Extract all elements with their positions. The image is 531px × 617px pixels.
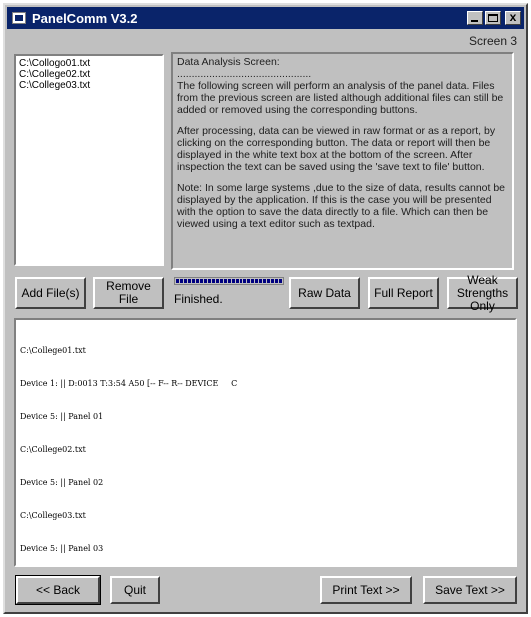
back-button[interactable]: << Back: [15, 575, 101, 605]
info-paragraph: The following screen will perform an ana…: [177, 80, 504, 116]
screen-label: Screen 3: [468, 34, 517, 48]
progress-segment: [187, 279, 191, 283]
list-item[interactable]: C:\College03.txt: [19, 80, 159, 91]
progress-segment: [247, 279, 251, 283]
progress-segment: [219, 279, 223, 283]
progress-segment: [215, 279, 219, 283]
info-panel: Data Analysis Screen: ..................…: [171, 52, 514, 270]
progress-segment: [263, 279, 267, 283]
progress-segment: [259, 279, 263, 283]
list-item[interactable]: C:\Collogo01.txt: [19, 58, 159, 69]
weak-strengths-button[interactable]: Weak Strengths Only: [447, 273, 518, 312]
progress-segment: [239, 279, 243, 283]
progress-segment: [176, 279, 179, 283]
window-title: PanelComm V3.2: [32, 10, 138, 26]
output-text-box[interactable]: C:\College01.txt Device 1: || D:0013 T:3…: [14, 318, 517, 567]
info-heading: Data Analysis Screen:: [177, 56, 280, 68]
list-item[interactable]: C:\College02.txt: [19, 69, 159, 80]
output-line: C:\College01.txt: [20, 346, 86, 355]
output-line: Device 1: || D:0013 T:3:54 A50 [-- F-- R…: [20, 379, 238, 388]
maximize-button[interactable]: [485, 11, 501, 25]
progress-segment: [271, 279, 275, 283]
progress-segment: [267, 279, 271, 283]
progress-segment: [231, 279, 235, 283]
minimize-button[interactable]: [467, 11, 483, 25]
info-paragraph: After processing, data can be viewed in …: [177, 125, 496, 173]
progress-segment: [279, 279, 283, 283]
progress-segment: [195, 279, 199, 283]
progress-segment: [183, 279, 187, 283]
progress-segment: [243, 279, 247, 283]
info-paragraph: Note: In some large systems ,due to the …: [177, 182, 506, 230]
output-line: Device 5: || Panel 01: [20, 412, 104, 421]
output-line: Device 5: || Panel 02: [20, 478, 104, 487]
status-text: Finished.: [174, 292, 223, 306]
save-text-button[interactable]: Save Text >>: [423, 576, 517, 604]
output-line: C:\College02.txt: [20, 445, 86, 454]
app-icon: [12, 12, 26, 24]
progress-segment: [255, 279, 259, 283]
progress-segment: [203, 279, 207, 283]
quit-button[interactable]: Quit: [110, 576, 160, 604]
close-button[interactable]: x: [505, 11, 521, 25]
progress-segment: [227, 279, 231, 283]
print-text-button[interactable]: Print Text >>: [320, 576, 412, 604]
progress-segment: [235, 279, 239, 283]
file-list[interactable]: C:\Collogo01.txt C:\College02.txt C:\Col…: [14, 54, 164, 266]
progress-segment: [223, 279, 227, 283]
progress-segment: [199, 279, 203, 283]
info-rule: ........................................…: [177, 68, 312, 80]
progress-segment: [251, 279, 255, 283]
add-files-button[interactable]: Add File(s): [15, 277, 86, 309]
raw-data-button[interactable]: Raw Data: [289, 277, 360, 309]
progress-segment: [191, 279, 195, 283]
close-icon: x: [509, 10, 517, 24]
output-line: Device 5: || Panel 03: [20, 544, 104, 553]
progress-bar: [174, 277, 284, 285]
progress-segment: [207, 279, 211, 283]
progress-segment: [275, 279, 279, 283]
title-bar[interactable]: PanelComm V3.2 x: [7, 7, 524, 29]
progress-segment: [179, 279, 183, 283]
progress-segment: [211, 279, 215, 283]
full-report-button[interactable]: Full Report: [368, 277, 439, 309]
output-line: C:\College03.txt: [20, 511, 86, 520]
remove-file-button[interactable]: Remove File: [93, 277, 164, 309]
